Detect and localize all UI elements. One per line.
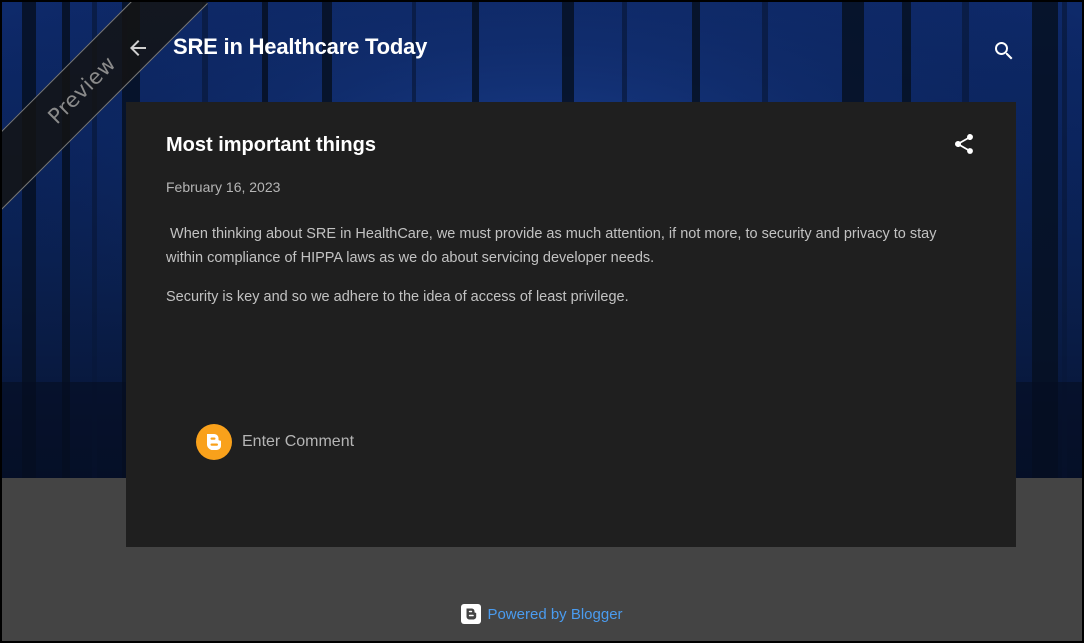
search-icon[interactable] xyxy=(992,39,1016,63)
enter-comment-button[interactable]: Enter Comment xyxy=(196,424,354,460)
blogger-icon xyxy=(196,424,232,460)
post-paragraph: Security is key and so we adhere to the … xyxy=(166,289,629,305)
page-frame: Preview SRE in Healthcare Today Most imp… xyxy=(0,0,1084,643)
blog-title[interactable]: SRE in Healthcare Today xyxy=(173,34,427,60)
enter-comment-label: Enter Comment xyxy=(242,433,355,450)
powered-by-blogger-link[interactable]: Powered by Blogger xyxy=(461,604,623,624)
footer: Powered by Blogger xyxy=(2,604,1082,624)
share-icon[interactable] xyxy=(952,132,976,156)
post-date: February 16, 2023 xyxy=(166,179,281,195)
arrow-back-icon[interactable] xyxy=(126,36,150,60)
blogger-icon xyxy=(461,604,482,624)
post-body: When thinking about SRE in HealthCare, w… xyxy=(166,222,976,324)
post-paragraph: When thinking about SRE in HealthCare, w… xyxy=(166,226,941,266)
post-card: Most important things February 16, 2023 … xyxy=(126,102,1016,547)
powered-by-label: Powered by Blogger xyxy=(487,605,623,623)
post-title[interactable]: Most important things xyxy=(166,134,376,157)
